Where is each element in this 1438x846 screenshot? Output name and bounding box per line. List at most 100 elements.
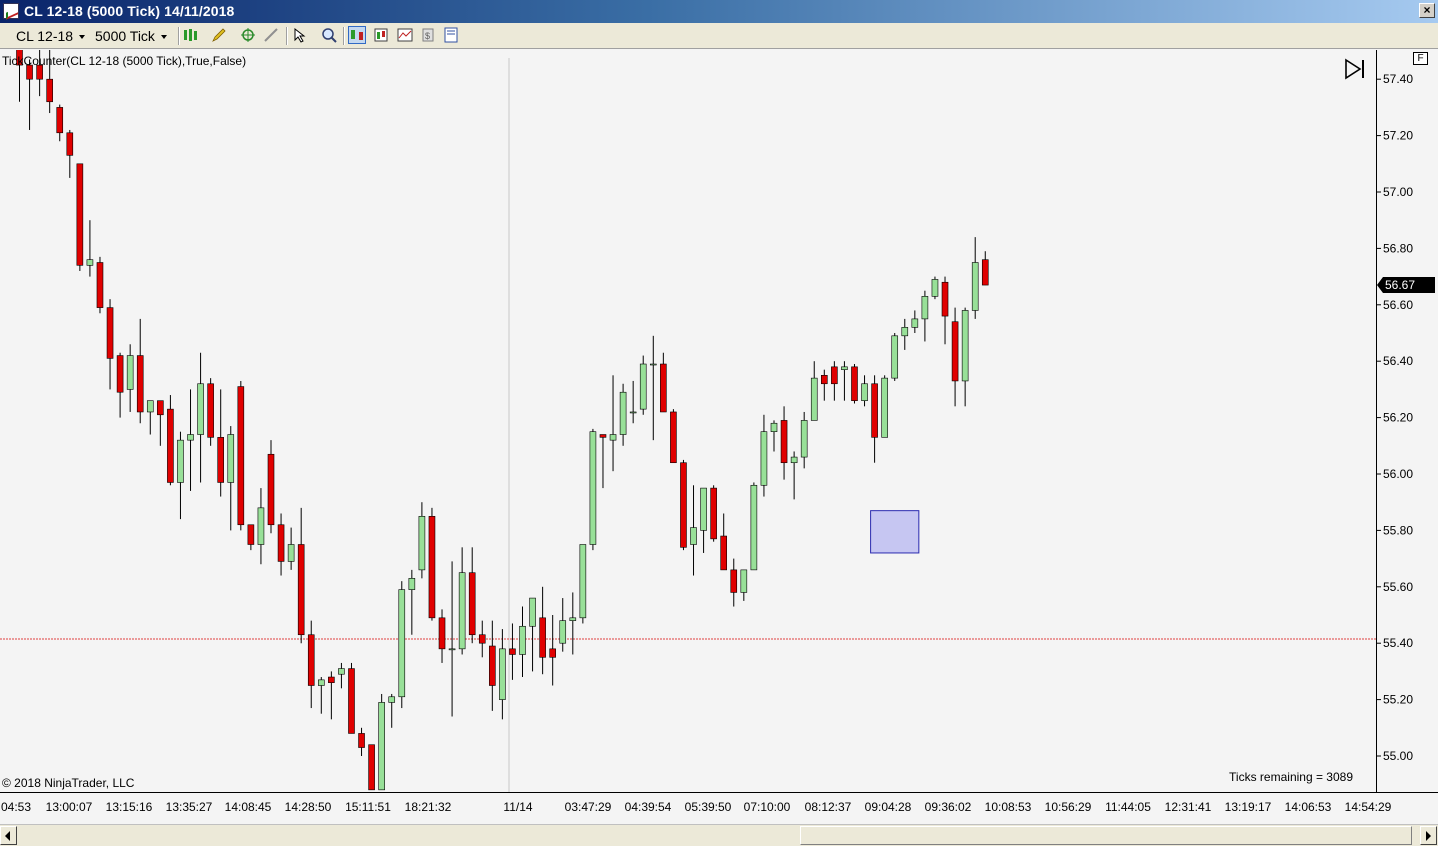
candle-body-down	[941, 281, 949, 317]
candle	[740, 569, 748, 601]
candle	[770, 420, 778, 452]
candle-body-down	[157, 400, 164, 416]
candle	[66, 129, 74, 178]
candle	[348, 662, 355, 734]
candle-body-up	[750, 484, 758, 571]
x-tick-label: 15:11:51	[345, 800, 391, 814]
candle-body-up	[921, 296, 929, 320]
candle-body-up	[740, 569, 748, 593]
candle-body-down	[428, 515, 436, 619]
candle-body-up	[700, 487, 707, 531]
candle	[680, 459, 687, 551]
candle-body-down	[96, 262, 104, 308]
x-tick-label: 09:04:28	[865, 800, 912, 814]
y-tick-label: 55.60	[1383, 580, 1413, 594]
candle	[700, 487, 707, 553]
x-tick-label: 04:39:54	[625, 800, 672, 814]
candle-body-down	[599, 434, 607, 438]
price-chart[interactable]	[0, 50, 1376, 792]
candle-body-down	[780, 420, 788, 464]
candle	[619, 383, 627, 446]
candle	[408, 569, 416, 635]
candle-body-up	[861, 383, 868, 401]
candle	[639, 355, 647, 415]
candle	[629, 380, 637, 424]
candle-body-up	[317, 679, 325, 686]
candle	[971, 237, 979, 319]
candle	[197, 352, 204, 483]
candle	[660, 352, 667, 413]
candle-body-down	[509, 648, 516, 655]
y-tick-label: 55.20	[1383, 693, 1413, 707]
indicator-label: TickCounter(CL 12-18 (5000 Tick),True,Fa…	[2, 54, 247, 68]
go-to-end-icon[interactable]	[1343, 58, 1367, 80]
x-tick-label: 08:12:37	[805, 800, 852, 814]
candle-body-up	[579, 544, 587, 619]
candle-body-down	[328, 676, 335, 683]
strategies-icon[interactable]: $	[420, 27, 436, 43]
zoom-icon[interactable]	[321, 27, 337, 43]
candle	[468, 547, 476, 644]
properties-icon[interactable]	[443, 27, 459, 43]
candle-body-down	[237, 386, 245, 526]
candle	[398, 581, 406, 709]
data-box-icon[interactable]	[373, 27, 389, 43]
candle	[961, 307, 969, 407]
x-tick-label: 10:56:29	[1045, 800, 1092, 814]
horizontal-scrollbar[interactable]	[0, 824, 1438, 846]
candle	[589, 428, 597, 551]
candle-body-down	[468, 572, 476, 636]
candle	[509, 623, 516, 680]
candle	[891, 333, 899, 381]
candle-body-up	[841, 366, 848, 370]
pointer-icon[interactable]	[292, 27, 308, 43]
pencil-icon[interactable]	[211, 27, 227, 43]
x-tick-label: 13:35:27	[166, 800, 213, 814]
price-chart-canvas[interactable]	[0, 50, 1376, 792]
scroll-right-button[interactable]	[1420, 826, 1437, 845]
candle-body-up	[609, 434, 617, 441]
interval-selector[interactable]: 5000 Tick	[95, 26, 167, 46]
float-button[interactable]: F	[1413, 52, 1428, 65]
candle-body-down	[670, 411, 677, 464]
candle-body-down	[871, 383, 878, 438]
candle	[26, 59, 33, 130]
candle	[106, 299, 114, 390]
candle-body-up	[519, 625, 526, 655]
close-button[interactable]: ×	[1419, 3, 1435, 18]
toolbar: CL 12-18 5000 Tick $	[0, 23, 1438, 49]
candle-body-down	[76, 163, 84, 266]
candle-body-down	[951, 321, 959, 382]
candle-body-up	[911, 318, 919, 328]
global-crosshair-icon[interactable]	[263, 27, 279, 43]
scrollbar-thumb[interactable]	[800, 826, 1412, 845]
candlestick-icon[interactable]	[348, 26, 366, 44]
candle	[931, 276, 939, 300]
time-axis[interactable]: 04:53 13:00:07 13:15:16 13:35:27 14:08:45 14:…	[0, 792, 1438, 820]
candle-body-up	[448, 648, 456, 651]
candle	[831, 361, 838, 401]
last-price-label: 56.67	[1385, 278, 1415, 292]
x-tick-label: 07:10:00	[744, 800, 791, 814]
x-tick-label: 03:47:29	[565, 800, 612, 814]
candle	[257, 488, 265, 565]
y-tick-label: 56.60	[1383, 298, 1413, 312]
x-tick-label: 11/14	[503, 800, 532, 814]
instrument-selector[interactable]: CL 12-18	[16, 26, 86, 46]
candle-body-down	[167, 408, 174, 483]
price-axis[interactable]: 57.40 57.20 57.00 56.80 56.60 56.40 56.20 56.00…	[1376, 50, 1438, 792]
rectangle-drawing[interactable]	[870, 510, 920, 554]
indicators-icon[interactable]	[397, 27, 413, 43]
candle-body-down	[348, 668, 355, 734]
candle	[146, 400, 154, 435]
scroll-left-button[interactable]	[0, 826, 17, 845]
candle-body-up	[388, 696, 396, 703]
candle-body-up	[891, 335, 899, 379]
candle-body-down	[730, 569, 738, 593]
candle-body-up	[589, 431, 597, 545]
crosshair-icon[interactable]	[240, 27, 256, 43]
candle	[730, 558, 738, 607]
bar-style-icon[interactable]	[183, 27, 199, 43]
candle-body-up	[760, 431, 768, 486]
candle	[157, 400, 164, 446]
